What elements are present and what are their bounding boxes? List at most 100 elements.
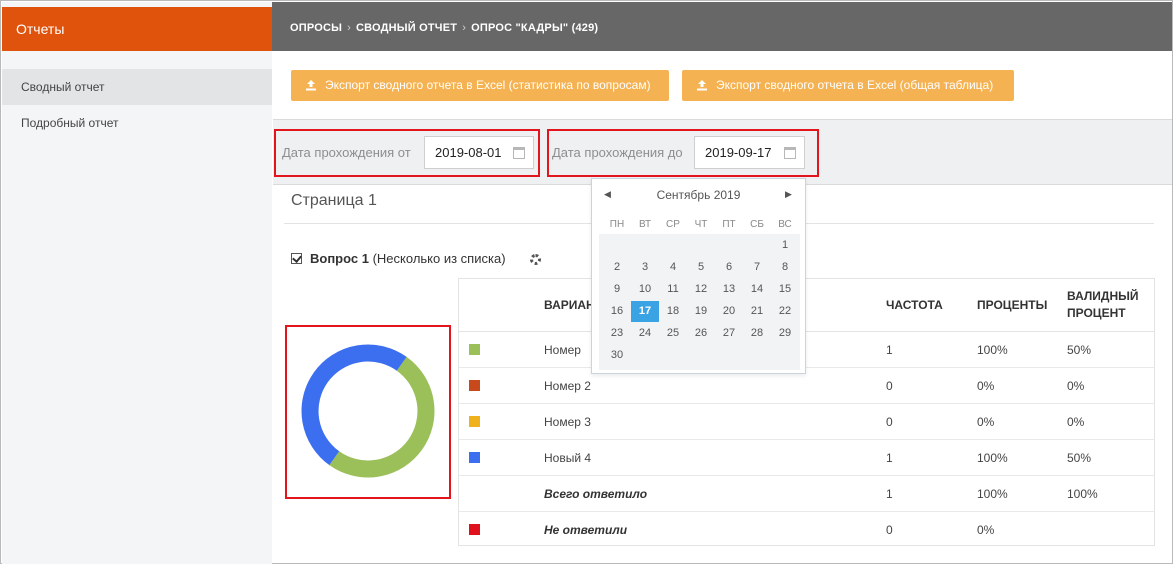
row-frequency: 0 — [886, 379, 893, 393]
calendar-day[interactable]: 20 — [715, 301, 743, 322]
calendar-day[interactable]: 11 — [659, 279, 687, 300]
row-valid-percent: 0% — [1067, 379, 1085, 393]
calendar-day[interactable]: 5 — [687, 257, 715, 278]
calendar-day[interactable]: 4 — [659, 257, 687, 278]
row-valid-percent: 50% — [1067, 451, 1092, 465]
date-from-field[interactable]: 2019-08-01 — [424, 136, 534, 169]
breadcrumb-item-surveys[interactable]: ОПРОСЫ — [290, 22, 342, 34]
legend-swatch — [469, 416, 480, 427]
sidebar-header[interactable]: Отчеты — [2, 7, 272, 51]
calendar-day[interactable]: 8 — [771, 257, 799, 278]
results-table: ВАРИАНТ ЧАСТОТА ПРОЦЕНТЫ ВАЛИДНЫЙ ПРОЦЕН… — [458, 278, 1155, 546]
chevron-right-icon: › — [462, 22, 467, 34]
calendar-day-selected[interactable]: 17 — [631, 301, 659, 322]
row-frequency: 1 — [886, 487, 893, 501]
row-frequency: 0 — [886, 523, 893, 537]
breadcrumb-item-current: ОПРОС "КАДРЫ" (429) — [471, 22, 599, 34]
date-from-label: Дата прохождения от — [282, 145, 411, 160]
calendar-day[interactable]: 30 — [603, 345, 631, 366]
app-window: Отчеты Сводный отчет Подробный отчет ОПР… — [0, 0, 1173, 564]
sidebar-item-summary-report[interactable]: Сводный отчет — [2, 69, 272, 105]
calendar-day[interactable]: 24 — [631, 323, 659, 344]
col-percent: ПРОЦЕНТЫ — [977, 298, 1048, 312]
calendar-day[interactable]: 25 — [659, 323, 687, 344]
donut-chart — [301, 344, 435, 478]
export-table-button[interactable]: Экспорт сводного отчета в Excel (общая т… — [682, 70, 1014, 101]
calendar-day[interactable]: 3 — [631, 257, 659, 278]
export-questions-button[interactable]: Экспорт сводного отчета в Excel (статист… — [291, 70, 669, 101]
row-frequency: 1 — [886, 451, 893, 465]
calendar-day[interactable]: 22 — [771, 301, 799, 322]
calendar-day[interactable]: 2 — [603, 257, 631, 278]
calendar-day[interactable]: 26 — [687, 323, 715, 344]
question-number: Вопрос 1 — [310, 251, 369, 266]
row-valid-percent: 50% — [1067, 343, 1092, 357]
table-row: Номер 1 100% 50% — [459, 332, 1154, 368]
datepicker-month[interactable]: Сентябрь 2019 — [592, 188, 805, 202]
row-label: Всего ответило — [544, 487, 648, 501]
date-to-value: 2019-09-17 — [705, 145, 772, 160]
legend-swatch — [469, 524, 480, 535]
weekday-header: ВТ — [638, 219, 652, 230]
export-table-label: Экспорт сводного отчета в Excel (общая т… — [716, 78, 994, 92]
calendar-day[interactable]: 15 — [771, 279, 799, 300]
date-from-value: 2019-08-01 — [435, 145, 502, 160]
donut-slice-Номер — [329, 356, 435, 478]
table-header: ВАРИАНТ ЧАСТОТА ПРОЦЕНТЫ ВАЛИДНЫЙ ПРОЦЕН… — [459, 279, 1154, 332]
calendar-day[interactable]: 23 — [603, 323, 631, 344]
table-row: Номер 2 0 0% 0% — [459, 368, 1154, 404]
col-valid-percent-line1: ВАЛИДНЫЙ — [1067, 289, 1139, 303]
calendar-icon[interactable] — [784, 147, 796, 159]
calendar-day[interactable]: 10 — [631, 279, 659, 300]
row-valid-percent: 100% — [1067, 487, 1098, 501]
calendar-day[interactable]: 27 — [715, 323, 743, 344]
question-title: Вопрос 1 (Несколько из списка) — [291, 251, 506, 266]
calendar-day[interactable]: 14 — [743, 279, 771, 300]
export-questions-label: Экспорт сводного отчета в Excel (статист… — [325, 78, 651, 92]
calendar-day[interactable]: 13 — [715, 279, 743, 300]
calendar-day[interactable]: 28 — [743, 323, 771, 344]
calendar-day[interactable]: 16 — [603, 301, 631, 322]
calendar-day[interactable]: 9 — [603, 279, 631, 300]
table-row-unanswered: Не ответили 0 0% — [459, 512, 1154, 548]
row-percent: 0% — [977, 379, 995, 393]
date-to-field[interactable]: 2019-09-17 — [694, 136, 805, 169]
row-percent: 0% — [977, 523, 995, 537]
legend-swatch — [469, 344, 480, 355]
breadcrumb-item-summary[interactable]: СВОДНЫЙ ОТЧЕТ — [356, 22, 457, 34]
row-percent: 100% — [977, 343, 1008, 357]
weekday-header: ПН — [609, 219, 625, 230]
calendar-icon[interactable] — [513, 147, 525, 159]
weekday-header: ЧТ — [694, 219, 708, 230]
row-label: Номер — [544, 343, 581, 357]
calendar-day[interactable]: 19 — [687, 301, 715, 322]
weekday-header: СБ — [750, 219, 764, 230]
next-month-icon[interactable]: ▶ — [785, 189, 792, 200]
weekday-header: ПТ — [722, 219, 736, 230]
row-label: Номер 2 — [544, 379, 591, 393]
gear-icon[interactable] — [530, 254, 541, 265]
sidebar-item-detailed-report[interactable]: Подробный отчет — [2, 105, 272, 141]
page-title: Страница 1 — [291, 192, 377, 209]
row-valid-percent: 0% — [1067, 415, 1085, 429]
row-frequency: 1 — [886, 343, 893, 357]
calendar-day[interactable]: 18 — [659, 301, 687, 322]
calendar-day[interactable]: 7 — [743, 257, 771, 278]
row-label: Не ответили — [544, 523, 628, 537]
sidebar: Отчеты Сводный отчет Подробный отчет — [2, 2, 272, 564]
calendar-day[interactable]: 21 — [743, 301, 771, 322]
calendar-day[interactable]: 6 — [715, 257, 743, 278]
legend-swatch — [469, 452, 480, 463]
calendar-day[interactable]: 1 — [771, 235, 799, 256]
table-row: Номер 3 0 0% 0% — [459, 404, 1154, 440]
upload-icon — [306, 80, 316, 91]
row-percent: 100% — [977, 487, 1008, 501]
upload-icon — [697, 80, 707, 91]
row-label: Номер 3 — [544, 415, 591, 429]
table-row-total: Всего ответило 1 100% 100% — [459, 476, 1154, 512]
row-label: Новый 4 — [544, 451, 592, 465]
calendar-day[interactable]: 12 — [687, 279, 715, 300]
col-valid-percent-line2: ПРОЦЕНТ — [1067, 306, 1126, 320]
breadcrumb: ОПРОСЫ › СВОДНЫЙ ОТЧЕТ › ОПРОС "КАДРЫ" (429) — [290, 2, 598, 54]
calendar-day[interactable]: 29 — [771, 323, 799, 344]
